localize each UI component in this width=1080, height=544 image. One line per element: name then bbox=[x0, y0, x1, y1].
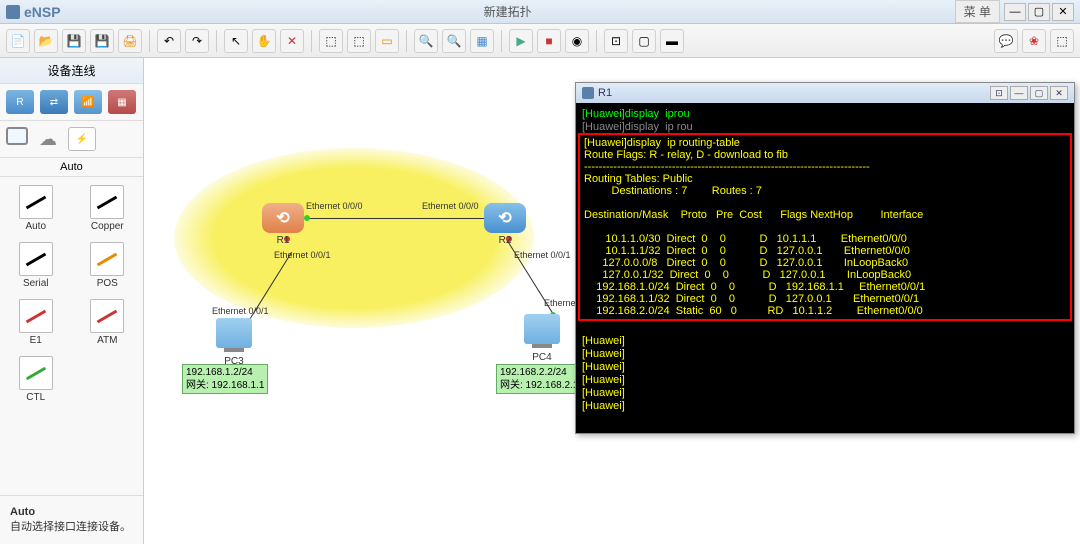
cloud-category[interactable]: ☁ bbox=[34, 127, 62, 151]
logo-icon bbox=[6, 5, 20, 19]
huawei-button[interactable]: ❀ bbox=[1022, 29, 1046, 53]
node-r2[interactable]: ⟲ R2 bbox=[484, 203, 526, 246]
switch-category[interactable]: ⇄ bbox=[40, 90, 68, 114]
zoom-out-button[interactable]: 🔍 bbox=[442, 29, 466, 53]
link-serial[interactable]: Serial bbox=[8, 242, 64, 289]
menu-button[interactable]: 菜 单 bbox=[955, 0, 1000, 23]
device-category-row2: ☁ ⚡ bbox=[0, 121, 143, 158]
toolbar: 📄 📂 💾 💾 🖨 ↶ ↷ ↖ ✋ ✕ ⬚ ⬚ ▭ 🔍 🔍 ▦ ▶ ■ ◉ ⊡ … bbox=[0, 24, 1080, 58]
minimize-button[interactable]: — bbox=[1004, 3, 1026, 21]
footer-title: Auto bbox=[10, 506, 35, 518]
port-label: Ethernet 0/0/1 bbox=[212, 306, 269, 316]
port-label: Ethernet 0/0/0 bbox=[306, 201, 363, 211]
link-category[interactable]: ⚡ bbox=[68, 127, 96, 151]
terminal-minimize-button[interactable]: — bbox=[1010, 86, 1028, 100]
pc-icon bbox=[216, 318, 252, 348]
router-category[interactable]: R bbox=[6, 90, 34, 114]
delete-button[interactable]: ✕ bbox=[280, 29, 304, 53]
stop-button[interactable]: ■ bbox=[537, 29, 561, 53]
chat-button[interactable]: 💬 bbox=[994, 29, 1018, 53]
node-label: R2 bbox=[484, 235, 526, 246]
saveas-button[interactable]: 💾 bbox=[90, 29, 114, 53]
terminal-maximize-button[interactable]: ▢ bbox=[1030, 86, 1048, 100]
node-pc3[interactable]: PC3 bbox=[216, 318, 252, 367]
app-name: eNSP bbox=[24, 4, 61, 20]
terminal-body[interactable]: [Huawei]display iprou [Huawei]display ip… bbox=[576, 103, 1074, 433]
terminal-tool-button[interactable]: ⊡ bbox=[990, 86, 1008, 100]
terminal-close-button[interactable]: ✕ bbox=[1050, 86, 1068, 100]
wire-r1-r2 bbox=[304, 218, 494, 219]
pc3-ip-tag: 192.168.1.2/24网关: 192.168.1.1 bbox=[182, 364, 268, 394]
tool-c[interactable]: ▬ bbox=[660, 29, 684, 53]
link-pos[interactable]: POS bbox=[80, 242, 136, 289]
node-pc4[interactable]: PC4 bbox=[524, 314, 560, 363]
window-controls: — ▢ ✕ bbox=[1004, 3, 1074, 21]
sidebar: 设备连线 R ⇄ 📶 ▦ ☁ ⚡ Auto Auto Copper Serial… bbox=[0, 58, 144, 544]
print-button[interactable]: 🖨 bbox=[118, 29, 142, 53]
link-atm[interactable]: ATM bbox=[80, 299, 136, 346]
link-ctl[interactable]: CTL bbox=[8, 356, 64, 403]
highlight-ellipse bbox=[174, 148, 534, 328]
firewall-category[interactable]: ▦ bbox=[108, 90, 136, 114]
pc-category[interactable] bbox=[6, 127, 28, 145]
pc4-ip-tag: 192.168.2.2/24网关: 192.168.2.1 bbox=[496, 364, 576, 394]
titlebar: eNSP 新建拓扑 菜 单 — ▢ ✕ bbox=[0, 0, 1080, 24]
redo-button[interactable]: ↷ bbox=[185, 29, 209, 53]
device-category-row: R ⇄ 📶 ▦ bbox=[0, 84, 143, 121]
open-button[interactable]: 📂 bbox=[34, 29, 58, 53]
new-button[interactable]: 📄 bbox=[6, 29, 30, 53]
node-label: R1 bbox=[262, 235, 304, 246]
text-button[interactable]: ⬚ bbox=[347, 29, 371, 53]
window-title: 新建拓扑 bbox=[61, 3, 955, 20]
hand-button[interactable]: ✋ bbox=[252, 29, 276, 53]
pc-icon bbox=[524, 314, 560, 344]
sidebar-footer: Auto 自动选择接口连接设备。 bbox=[0, 495, 143, 544]
tool-b[interactable]: ▢ bbox=[632, 29, 656, 53]
footer-desc: 自动选择接口连接设备。 bbox=[10, 521, 131, 533]
port-dot bbox=[304, 215, 310, 221]
fit-button[interactable]: ▦ bbox=[470, 29, 494, 53]
zoom-in-button[interactable]: 🔍 bbox=[414, 29, 438, 53]
capture-button[interactable]: ◉ bbox=[565, 29, 589, 53]
node-label: PC4 bbox=[524, 352, 560, 363]
terminal-logo-icon bbox=[582, 87, 594, 99]
router-icon: ⟲ bbox=[484, 203, 526, 233]
terminal-titlebar: R1 ⊡ — ▢ ✕ bbox=[576, 83, 1074, 103]
router-icon: ⟲ bbox=[262, 203, 304, 233]
link-types-grid: Auto Copper Serial POS E1 ATM CTL bbox=[0, 177, 143, 411]
tool-a[interactable]: ⊡ bbox=[604, 29, 628, 53]
link-auto[interactable]: Auto bbox=[8, 185, 64, 232]
link-copper[interactable]: Copper bbox=[80, 185, 136, 232]
app-logo: eNSP bbox=[6, 4, 61, 20]
sidebar-header: 设备连线 bbox=[0, 58, 143, 84]
start-button[interactable]: ▶ bbox=[509, 29, 533, 53]
port-label: Ethernet 0/0/1 bbox=[274, 250, 331, 260]
tool-1[interactable]: ⬚ bbox=[319, 29, 343, 53]
note-button[interactable]: ▭ bbox=[375, 29, 399, 53]
link-e1[interactable]: E1 bbox=[8, 299, 64, 346]
help-button[interactable]: ⬚ bbox=[1050, 29, 1074, 53]
node-r1[interactable]: ⟲ R1 bbox=[262, 203, 304, 246]
wifi-category[interactable]: 📶 bbox=[74, 90, 102, 114]
port-label: Ethernet 0/0/0 bbox=[422, 201, 479, 211]
terminal-title: R1 bbox=[598, 87, 612, 99]
terminal-window[interactable]: R1 ⊡ — ▢ ✕ [Huawei]display iprou [Huawei… bbox=[575, 82, 1075, 434]
undo-button[interactable]: ↶ bbox=[157, 29, 181, 53]
maximize-button[interactable]: ▢ bbox=[1028, 3, 1050, 21]
save-button[interactable]: 💾 bbox=[62, 29, 86, 53]
port-label: Ethernet 0/0/1 bbox=[514, 250, 571, 260]
auto-label: Auto bbox=[0, 158, 143, 177]
pointer-button[interactable]: ↖ bbox=[224, 29, 248, 53]
close-button[interactable]: ✕ bbox=[1052, 3, 1074, 21]
